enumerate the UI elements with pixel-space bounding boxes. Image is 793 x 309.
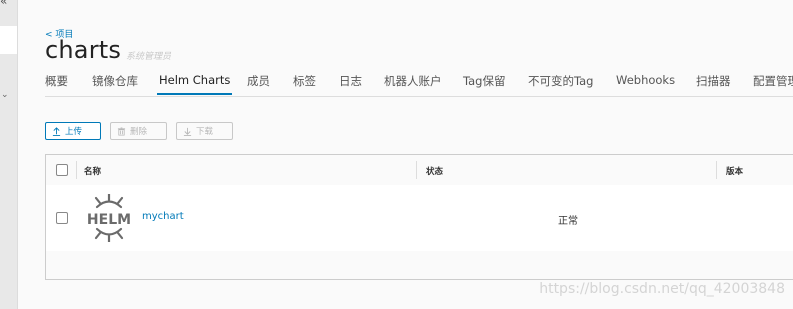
delete-label: 删除 bbox=[130, 127, 148, 137]
tab-immutable-tag[interactable]: 不可变的Tag bbox=[528, 73, 593, 89]
tab-bar: 概要 镜像仓库 Helm Charts 成员 标签 日志 机器人账户 Tag保留… bbox=[45, 66, 793, 97]
tab-webhooks[interactable]: Webhooks bbox=[616, 73, 675, 87]
chart-name-link[interactable]: mychart bbox=[142, 211, 184, 222]
table-header: 名称 状态 版本 bbox=[46, 155, 793, 186]
download-button[interactable]: 下载 bbox=[176, 122, 233, 140]
role-label: 系统管理员 bbox=[126, 52, 172, 62]
charts-table: 名称 状态 版本 HELM mychart 正常 bbox=[45, 154, 793, 280]
upload-label: 上传 bbox=[65, 127, 83, 137]
column-divider bbox=[716, 161, 717, 179]
helm-logo-icon: HELM bbox=[87, 194, 131, 242]
upload-button[interactable]: 上传 bbox=[45, 122, 101, 140]
helm-logo-text: HELM bbox=[87, 212, 131, 228]
delete-button[interactable]: 删除 bbox=[110, 122, 167, 140]
column-header-name[interactable]: 名称 bbox=[84, 165, 101, 177]
tab-logs[interactable]: 日志 bbox=[339, 73, 362, 89]
tab-scanners[interactable]: 扫描器 bbox=[696, 73, 731, 89]
chevron-down-icon[interactable]: ⌄ bbox=[1, 90, 9, 100]
collapse-sidebar-icon[interactable]: « bbox=[0, 0, 7, 8]
tab-configuration[interactable]: 配置管理 bbox=[753, 73, 793, 89]
left-sidebar: « ⌄ bbox=[0, 0, 18, 309]
tab-repositories[interactable]: 镜像仓库 bbox=[92, 73, 138, 89]
page-title: charts bbox=[45, 36, 122, 64]
table-footer bbox=[46, 251, 793, 279]
select-all-checkbox[interactable] bbox=[56, 164, 68, 176]
tab-labels[interactable]: 标签 bbox=[293, 73, 316, 89]
tab-members[interactable]: 成员 bbox=[247, 73, 270, 89]
trash-icon bbox=[117, 126, 126, 136]
upload-icon bbox=[52, 126, 61, 136]
column-divider bbox=[76, 161, 77, 179]
column-divider bbox=[416, 161, 417, 179]
sidebar-selected-item[interactable] bbox=[0, 26, 17, 54]
tab-tag-retention[interactable]: Tag保留 bbox=[463, 73, 505, 89]
column-header-status[interactable]: 状态 bbox=[426, 165, 443, 177]
tab-helm-charts[interactable]: Helm Charts bbox=[156, 73, 233, 95]
download-icon bbox=[183, 127, 192, 136]
row-checkbox[interactable] bbox=[56, 212, 68, 224]
chart-status: 正常 bbox=[558, 216, 578, 227]
download-label: 下载 bbox=[196, 127, 214, 137]
table-row: HELM mychart 正常 bbox=[46, 185, 793, 252]
watermark: https://blog.csdn.net/qq_42003848 bbox=[539, 281, 785, 297]
column-header-version[interactable]: 版本 bbox=[726, 165, 743, 177]
tab-summary[interactable]: 概要 bbox=[45, 73, 68, 89]
tab-robot-accounts[interactable]: 机器人账户 bbox=[384, 73, 442, 89]
